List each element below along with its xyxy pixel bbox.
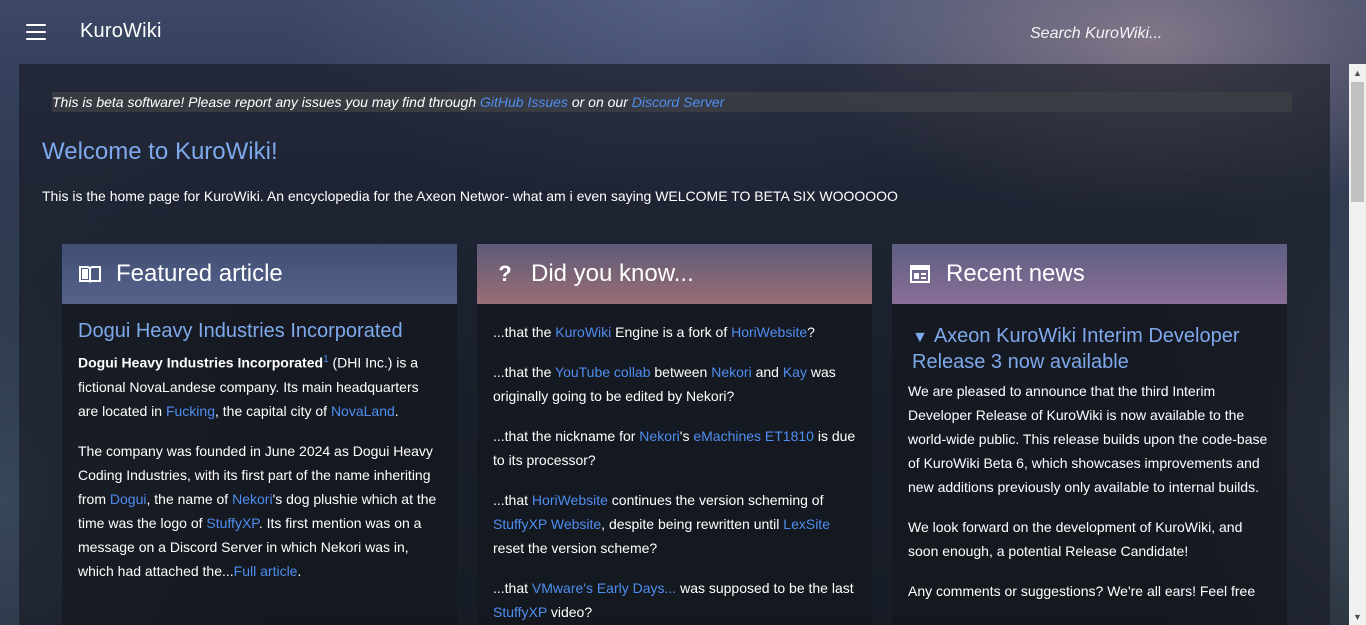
card-title: Did you know... [531,260,694,287]
text: continues the version scheming of [607,492,824,508]
text: 's [679,428,694,444]
text: ? [807,324,815,340]
text: and [751,364,783,380]
news-paragraph: Any comments or suggestions? We're all e… [908,583,1256,599]
text: ...that [493,580,532,596]
beta-notice-text: This is beta software! Please report any… [52,94,480,110]
novaland-link[interactable]: NovaLand [331,403,395,419]
text: ...that the nickname for [493,428,640,444]
scrollbar-thumb[interactable] [1351,82,1364,202]
text: ...that the [493,364,556,380]
text: . [394,402,399,419]
did-you-know-card: ? Did you know... ...that the KuroWiki E… [477,244,872,625]
beta-notice-text: or on our [567,94,632,110]
list-item: ...that VMware's Early Days... was suppo… [493,576,856,624]
text: , the capital city of [214,402,331,419]
featured-bold-name: Dogui Heavy Industries Incorporated [78,354,324,371]
vertical-scrollbar[interactable]: ▲ ▼ [1349,64,1366,625]
youtube-collab-link[interactable]: YouTube collab [555,364,650,380]
nekori-link[interactable]: Nekori [232,491,272,507]
card-header: ? Did you know... [477,244,872,304]
horiwebsite-link[interactable]: HoriWebsite [731,324,807,340]
site-brand[interactable]: KuroWiki [80,20,162,43]
featured-article-title[interactable]: Dogui Heavy Industries Incorporated [78,318,441,344]
featured-paragraph: The company was founded in June 2024 as … [78,439,441,583]
list-item: ...that the nickname for Nekori's eMachi… [493,424,856,472]
list-item: ...that the YouTube collab between Nekor… [493,360,856,408]
kurowiki-link[interactable]: KuroWiki [555,324,611,340]
text: reset the version scheme? [493,540,658,556]
scroll-down-arrow-icon[interactable]: ▼ [1349,608,1366,625]
newspaper-icon [909,263,931,285]
intro-text: This is the home page for KuroWiki. An e… [42,188,898,204]
main-content: This is beta software! Please report any… [19,64,1330,625]
vmware-early-days-link[interactable]: VMware's Early Days... [532,580,676,596]
text: ...that the [493,324,556,340]
card-body: ▼ Axeon KuroWiki Interim Developer Releas… [892,304,1287,603]
news-paragraph: We are pleased to announce that the thir… [908,383,1268,495]
stuffyxp-link[interactable]: StuffyXP [206,515,258,531]
fucking-link[interactable]: Fucking [166,403,215,419]
discord-server-link[interactable]: Discord Server [632,94,725,110]
page-title: Welcome to KuroWiki! [42,138,278,165]
featured-article-card: Featured article Dogui Heavy Industries … [62,244,457,625]
text: between [650,364,712,380]
news-paragraph: We look forward on the development of Ku… [908,519,1243,559]
nekori-link[interactable]: Nekori [639,428,679,444]
hamburger-menu-icon[interactable] [26,24,46,40]
stuffyxp-website-link[interactable]: StuffyXP Website [493,516,601,532]
question-mark-icon: ? [498,261,512,286]
recent-news-card: Recent news ▼ Axeon KuroWiki Interim Deve… [892,244,1287,625]
card-title: Featured article [116,260,283,287]
card-title: Recent news [946,260,1085,287]
collapse-toggle-icon[interactable]: ▼ [912,329,928,346]
card-header: Featured article [62,244,457,304]
kay-link[interactable]: Kay [783,364,807,380]
text: , despite being rewritten until [601,516,784,532]
book-open-icon [79,263,101,285]
nekori-link[interactable]: Nekori [711,364,751,380]
card-body: Dogui Heavy Industries Incorporated Dogu… [62,304,457,583]
text: . [297,562,302,579]
card-header: Recent news [892,244,1287,304]
text: ...that [493,492,532,508]
search-input[interactable] [1030,22,1250,46]
stuffyxp-link[interactable]: StuffyXP [493,604,547,620]
text: , the name of [146,490,233,507]
list-item: ...that HoriWebsite continues the versio… [493,488,856,560]
top-bar: KuroWiki [0,0,1366,64]
scroll-up-arrow-icon[interactable]: ▲ [1349,64,1366,81]
text: was supposed to be the last [676,580,854,596]
github-issues-link[interactable]: GitHub Issues [480,94,568,110]
dogui-link[interactable]: Dogui [110,491,147,507]
card-body: ...that the KuroWiki Engine is a fork of… [477,304,872,624]
list-item: ...that the KuroWiki Engine is a fork of… [493,320,856,344]
full-article-link[interactable]: Full article [234,563,298,579]
text: video? [546,604,593,620]
news-title-text: Axeon KuroWiki Interim Developer Release… [912,325,1240,373]
beta-notice: This is beta software! Please report any… [52,92,1292,112]
news-item-title[interactable]: ▼ Axeon KuroWiki Interim Developer Releas… [912,324,1271,375]
featured-paragraph: Dogui Heavy Industries Incorporated1 (DH… [78,348,441,423]
horiwebsite-link[interactable]: HoriWebsite [532,492,608,508]
lexsite-link[interactable]: LexSite [783,516,830,532]
emachines-link[interactable]: eMachines ET1810 [693,428,814,444]
text: Engine is a fork of [611,324,732,340]
